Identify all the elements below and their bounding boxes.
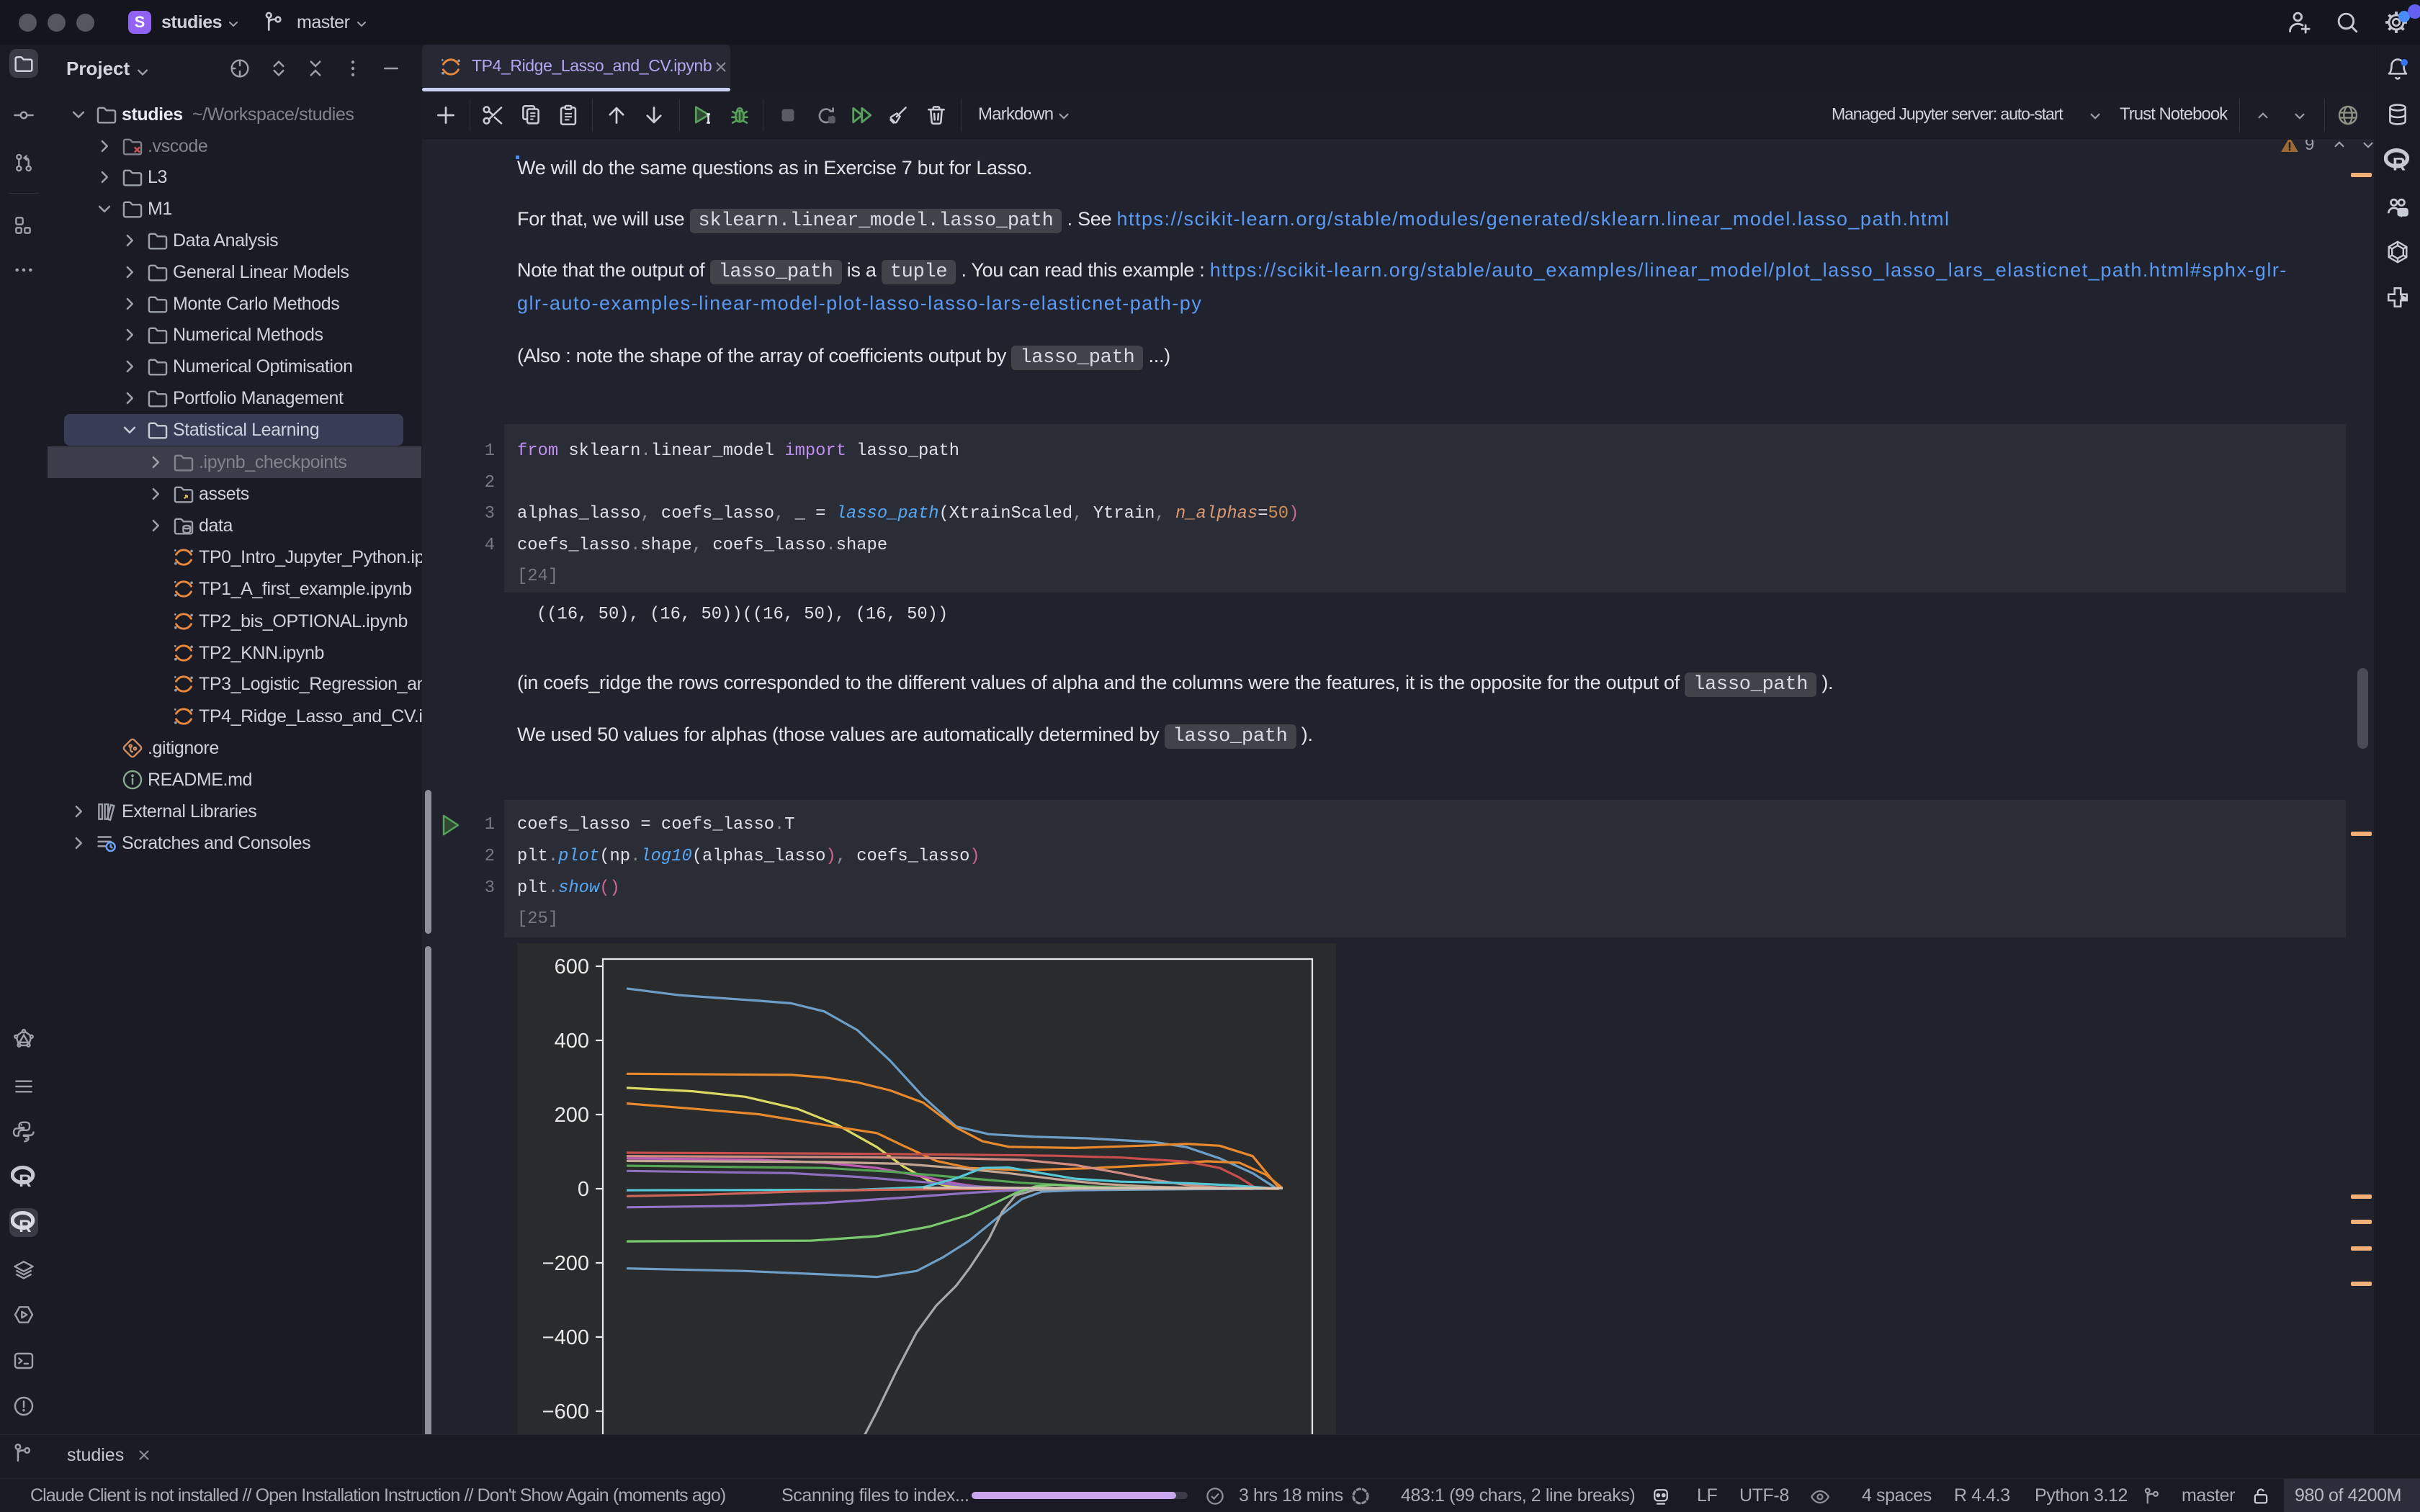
svg-text:−600: −600 <box>542 1400 589 1423</box>
svg-text:−400: −400 <box>542 1326 589 1349</box>
svg-text:R: R <box>2393 154 2406 174</box>
svg-text:R: R <box>19 1171 31 1190</box>
svg-text:R: R <box>19 1217 31 1236</box>
svg-text:0: 0 <box>578 1178 589 1201</box>
svg-text:200: 200 <box>555 1104 589 1127</box>
svg-text:−200: −200 <box>542 1252 589 1275</box>
svg-text:600: 600 <box>555 955 589 978</box>
svg-text:400: 400 <box>555 1030 589 1053</box>
